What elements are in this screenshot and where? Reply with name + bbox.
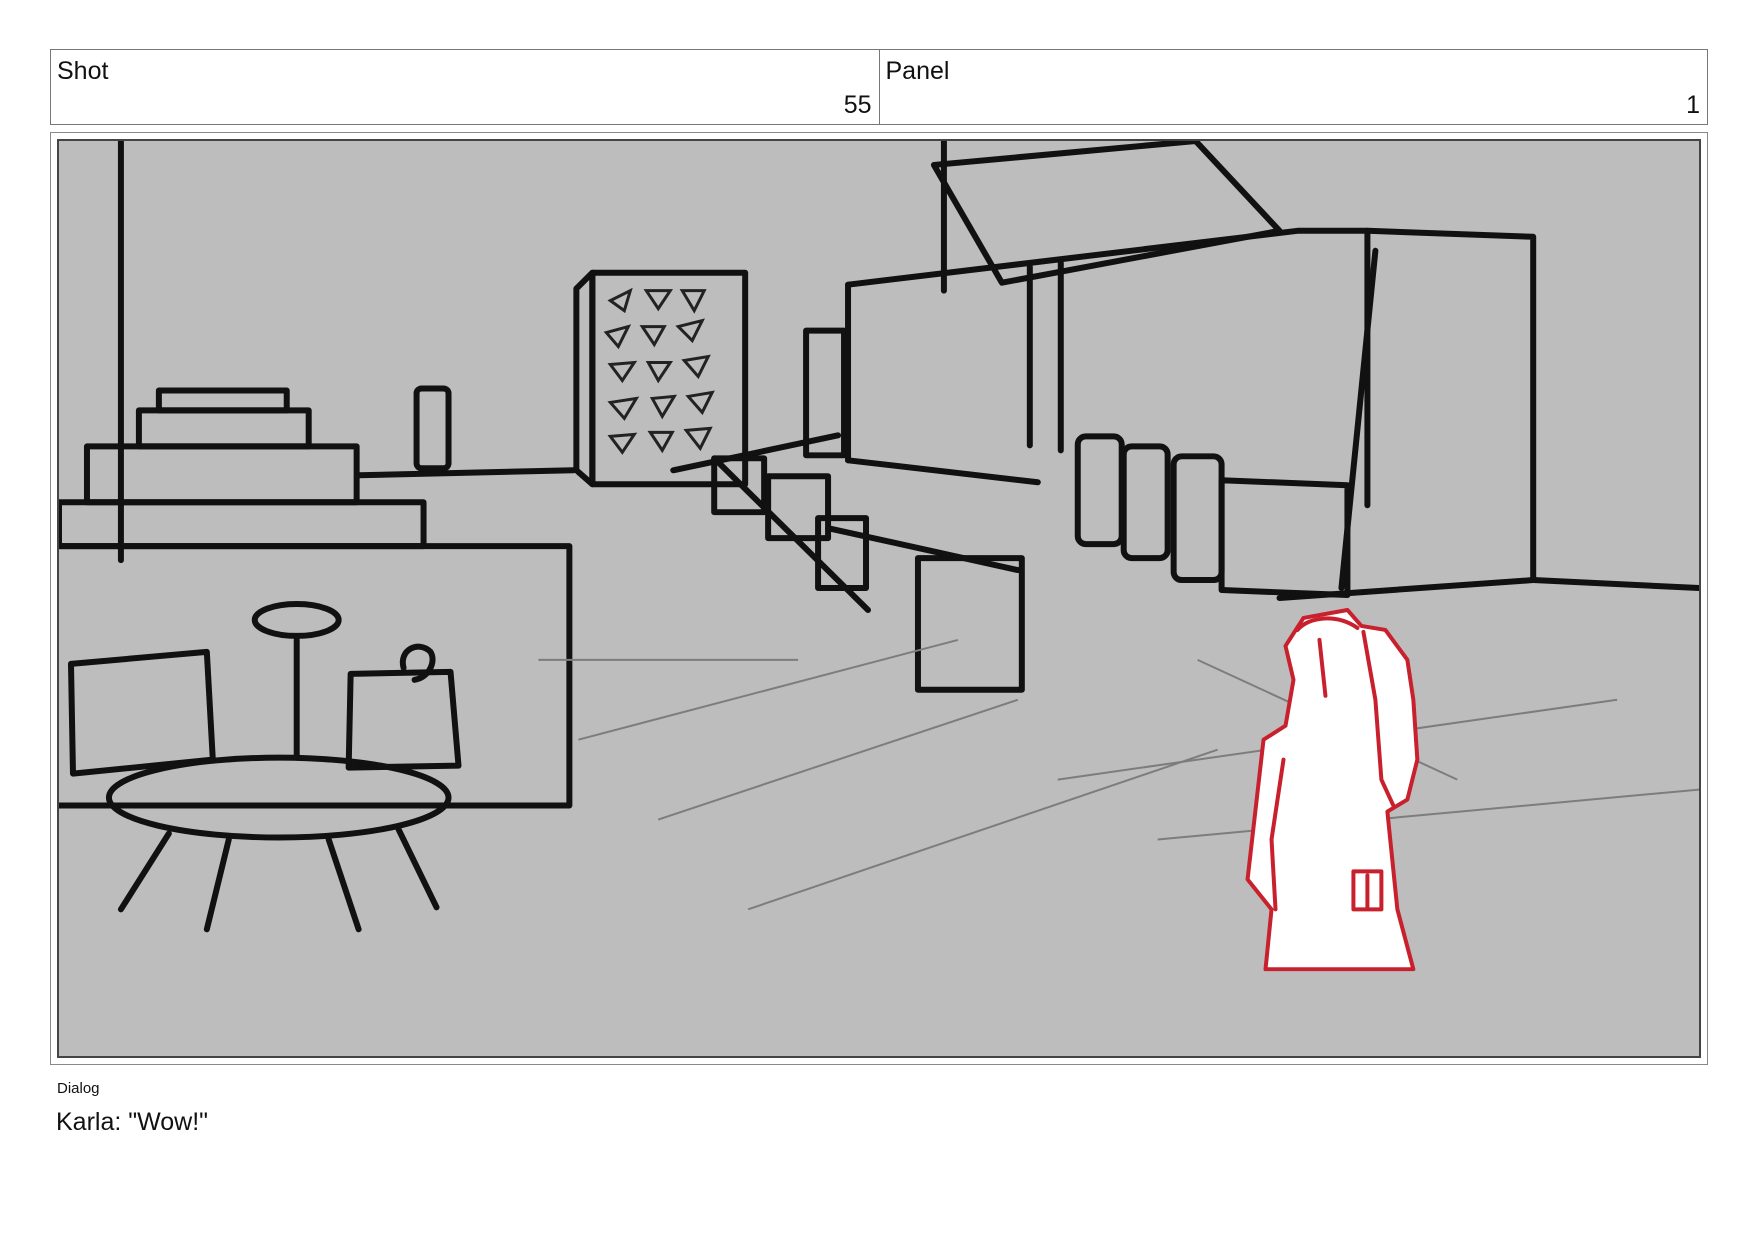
shot-cell: Shot 55 bbox=[51, 50, 879, 124]
dialog-text: Karla: "Wow!" bbox=[56, 1108, 209, 1136]
shot-number: 55 bbox=[843, 91, 872, 119]
panel-number: 1 bbox=[1686, 91, 1700, 119]
lobby-sketch bbox=[59, 141, 1699, 972]
shot-panel-header: Shot 55 Panel 1 bbox=[50, 49, 1708, 125]
panel-label: Panel bbox=[885, 57, 950, 85]
shot-label: Shot bbox=[57, 57, 109, 85]
storyboard-frame bbox=[50, 132, 1708, 1065]
karla-character bbox=[1245, 607, 1420, 972]
panel-cell: Panel 1 bbox=[878, 50, 1708, 124]
dialog-label: Dialog bbox=[57, 1080, 100, 1097]
storyboard-drawing bbox=[57, 139, 1701, 1058]
